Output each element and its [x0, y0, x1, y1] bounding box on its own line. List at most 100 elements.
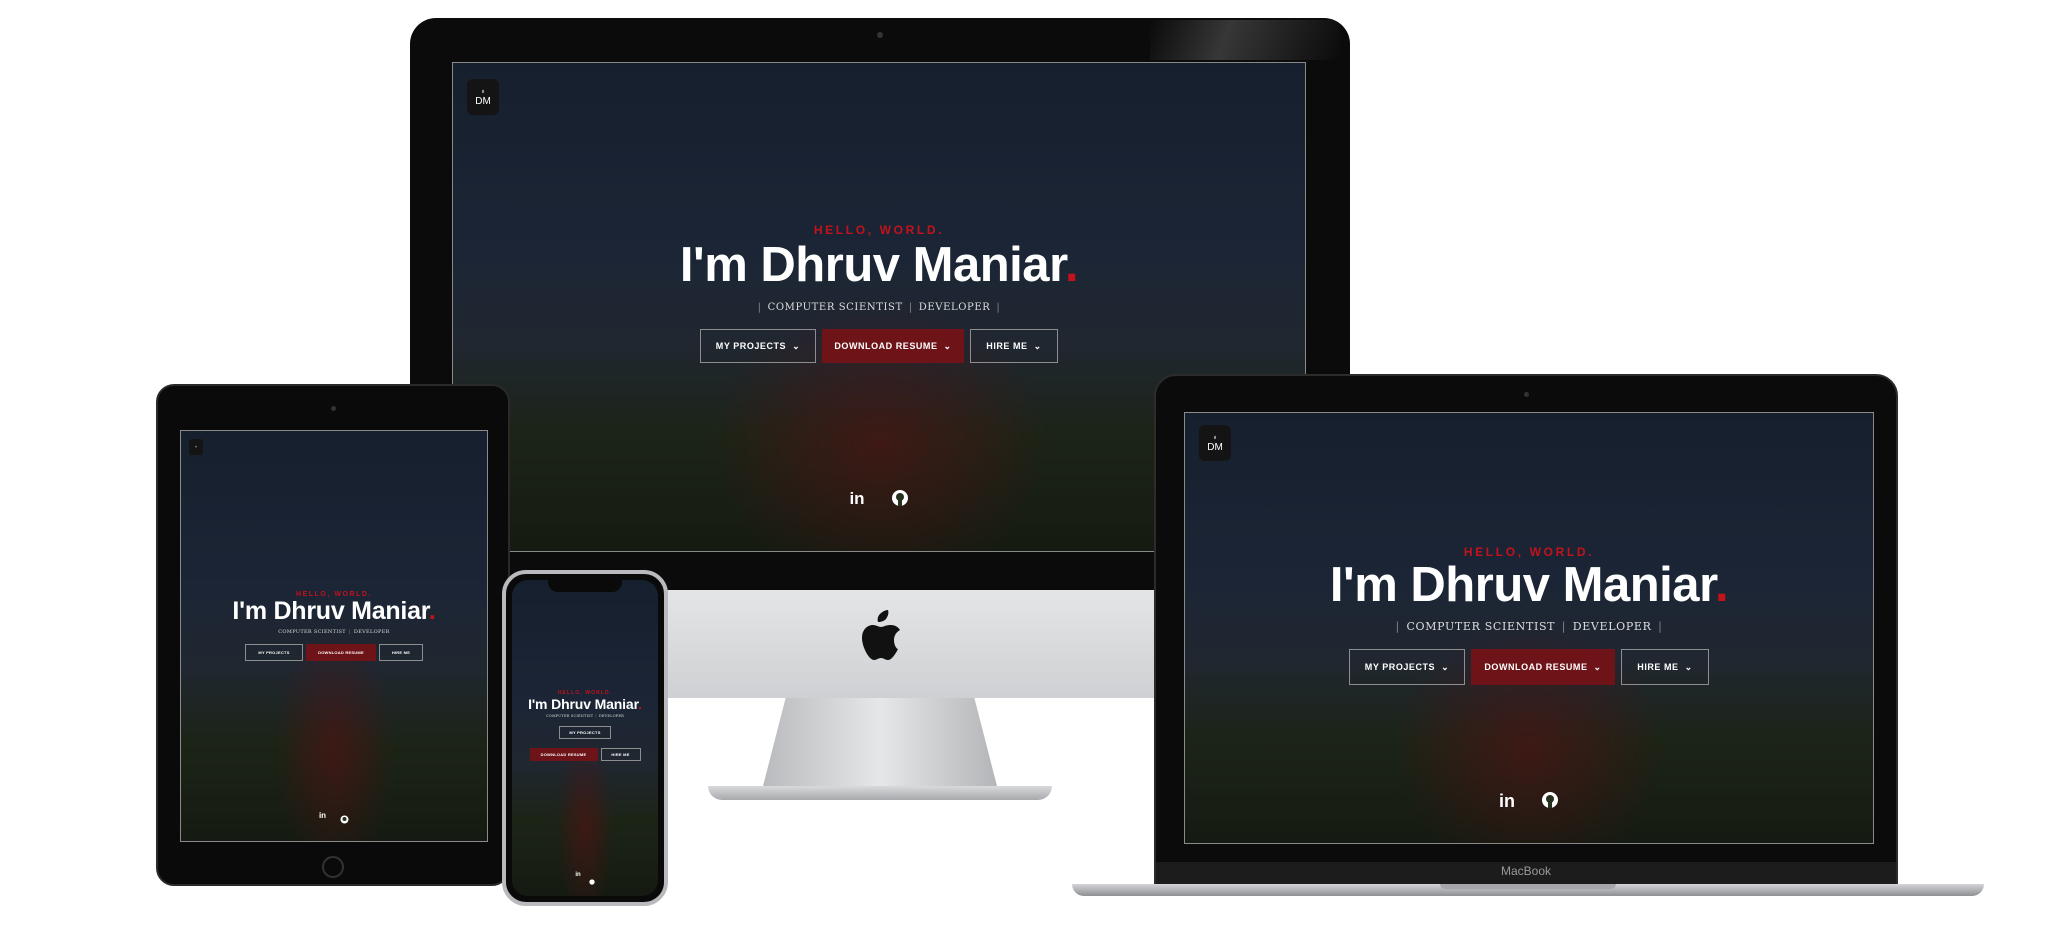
- role-separator: |: [908, 302, 913, 313]
- apple-logo-icon: [856, 610, 902, 666]
- download-resume-button[interactable]: DOWNLOAD RESUME ⌄: [822, 329, 964, 363]
- hire-me-label: HIRE ME: [1637, 662, 1679, 672]
- linkedin-icon[interactable]: in: [575, 872, 580, 890]
- download-resume-button[interactable]: DOWNLOAD RESUME: [306, 644, 376, 661]
- roles-line: | COMPUTER SCIENTIST | DEVELOPER |: [453, 302, 1305, 313]
- my-projects-button[interactable]: MY PROJECTS ⌄: [700, 329, 816, 363]
- macbook-camera: [1524, 392, 1529, 397]
- hero-name-dot: .: [1064, 238, 1079, 292]
- download-resume-label: DOWNLOAD RESUME: [540, 752, 587, 757]
- hero-name: I'm Dhruv Maniar.: [453, 241, 1305, 290]
- hero-name-text: I'm Dhruv Maniar: [1329, 558, 1716, 612]
- download-resume-label: DOWNLOAD RESUME: [834, 341, 938, 351]
- role-2: DEVELOPER: [353, 629, 390, 635]
- download-resume-button[interactable]: DOWNLOAD RESUME: [529, 748, 598, 761]
- site-logo[interactable]: ⬫ DM: [467, 79, 499, 115]
- hire-me-button[interactable]: HIRE ME: [600, 748, 641, 761]
- iphone-notch: [548, 580, 622, 592]
- role-1: COMPUTER SCIENTIST: [1406, 620, 1556, 633]
- chevron-down-icon: ⌄: [1441, 661, 1450, 672]
- macbook-screen: ⬫ DM HELLO, WORLD. I'm Dhruv Maniar. | CO…: [1184, 412, 1874, 844]
- chevron-down-icon: ⌄: [943, 340, 952, 351]
- imac-glare: [1150, 20, 1340, 60]
- hire-me-label: HIRE ME: [391, 650, 411, 655]
- role-1: COMPUTER SCIENTIST: [546, 714, 594, 718]
- download-resume-button[interactable]: DOWNLOAD RESUME ⌄: [1471, 649, 1615, 685]
- social-links: in: [512, 872, 658, 890]
- chevron-down-icon: ⌄: [1684, 661, 1693, 672]
- hero-name-dot: .: [1714, 558, 1729, 612]
- roles-line: COMPUTER SCIENTIST | DEVELOPER: [512, 714, 658, 718]
- github-icon[interactable]: [589, 872, 595, 890]
- role-2: DEVELOPER: [918, 302, 991, 313]
- hero-buttons: MY PROJECTS ⌄ DOWNLOAD RESUME ⌄ HIRE ME ⌄: [453, 329, 1305, 363]
- social-links: in: [1185, 791, 1873, 814]
- role-separator: |: [348, 629, 351, 635]
- hero-name-text: I'm Dhruv Maniar: [232, 597, 429, 625]
- my-projects-label: MY PROJECTS: [715, 341, 787, 351]
- my-projects-button[interactable]: MY PROJECTS: [245, 644, 303, 661]
- social-links: in: [181, 811, 487, 829]
- leaf-icon: ⬫: [195, 443, 197, 450]
- linkedin-icon[interactable]: in: [1499, 791, 1515, 814]
- greeting: HELLO, WORLD.: [1463, 545, 1595, 559]
- hero-buttons-row2: DOWNLOAD RESUME HIRE ME: [512, 748, 658, 761]
- imac-stand: [762, 698, 998, 790]
- linkedin-icon[interactable]: in: [319, 811, 326, 829]
- github-icon[interactable]: [891, 489, 909, 512]
- hero-name: I'm Dhruv Maniar.: [181, 599, 487, 624]
- role-separator: |: [757, 302, 762, 313]
- hero-name-dot: .: [638, 696, 642, 712]
- hero-buttons: MY PROJECTS ⌄ DOWNLOAD RESUME ⌄ HIRE ME ⌄: [1185, 649, 1873, 685]
- ipad-screen: ⬫ HELLO, WORLD. I'm Dhruv Maniar. COMPUT…: [180, 430, 488, 842]
- chevron-down-icon: ⌄: [1033, 340, 1042, 351]
- iphone-screen: HELLO, WORLD. I'm Dhruv Maniar. COMPUTER…: [512, 580, 658, 896]
- site-logo[interactable]: ⬫ DM: [1199, 425, 1231, 461]
- download-resume-label: DOWNLOAD RESUME: [1484, 662, 1588, 672]
- download-resume-label: DOWNLOAD RESUME: [318, 650, 364, 655]
- macbook-label: MacBook: [1500, 864, 1552, 878]
- chevron-down-icon: ⌄: [1593, 661, 1602, 672]
- role-separator: |: [1561, 620, 1567, 633]
- hero-buttons: MY PROJECTS: [512, 726, 658, 739]
- role-separator: |: [996, 302, 1001, 313]
- my-projects-label: MY PROJECTS: [258, 650, 290, 655]
- role-1: COMPUTER SCIENTIST: [278, 629, 346, 635]
- my-projects-label: MY PROJECTS: [569, 730, 601, 735]
- chevron-down-icon: ⌄: [792, 340, 801, 351]
- hero-name-dot: .: [428, 597, 436, 625]
- hire-me-button[interactable]: HIRE ME: [379, 644, 423, 661]
- github-icon[interactable]: [340, 811, 349, 829]
- leaf-icon: ⬫: [1213, 431, 1217, 442]
- hire-me-button[interactable]: HIRE ME ⌄: [1621, 649, 1709, 685]
- role-1: COMPUTER SCIENTIST: [767, 302, 903, 313]
- imac-camera: [877, 32, 883, 38]
- my-projects-button[interactable]: MY PROJECTS ⌄: [1349, 649, 1465, 685]
- role-separator: |: [595, 714, 597, 718]
- hero-name: I'm Dhruv Maniar.: [512, 697, 658, 711]
- hire-me-label: HIRE ME: [986, 341, 1028, 351]
- hero-name: I'm Dhruv Maniar.: [1185, 561, 1873, 610]
- role-separator: |: [1658, 620, 1663, 633]
- ipad-home-button: [322, 856, 344, 878]
- imac-stand-base: [708, 786, 1052, 800]
- hero-name-text: I'm Dhruv Maniar: [528, 696, 639, 712]
- github-icon[interactable]: [1541, 791, 1559, 814]
- roles-line: COMPUTER SCIENTIST | DEVELOPER: [181, 629, 487, 635]
- hero-name-text: I'm Dhruv Maniar: [679, 238, 1066, 292]
- site-logo[interactable]: ⬫: [189, 439, 203, 455]
- greeting: HELLO, WORLD.: [813, 223, 945, 237]
- hire-me-label: HIRE ME: [611, 752, 630, 757]
- role-2: DEVELOPER: [1572, 620, 1652, 633]
- my-projects-label: MY PROJECTS: [1364, 662, 1436, 672]
- role-separator: |: [1395, 620, 1400, 633]
- ipad-camera: [331, 406, 336, 411]
- roles-line: | COMPUTER SCIENTIST | DEVELOPER |: [1185, 620, 1873, 633]
- logo-text: DM: [475, 95, 491, 107]
- hero-buttons: MY PROJECTS DOWNLOAD RESUME HIRE ME: [181, 644, 487, 661]
- hire-me-button[interactable]: HIRE ME ⌄: [970, 329, 1058, 363]
- linkedin-icon[interactable]: in: [849, 489, 864, 512]
- my-projects-button[interactable]: MY PROJECTS: [559, 726, 611, 739]
- logo-text: DM: [1207, 441, 1223, 453]
- macbook-base-notch: [1440, 884, 1616, 889]
